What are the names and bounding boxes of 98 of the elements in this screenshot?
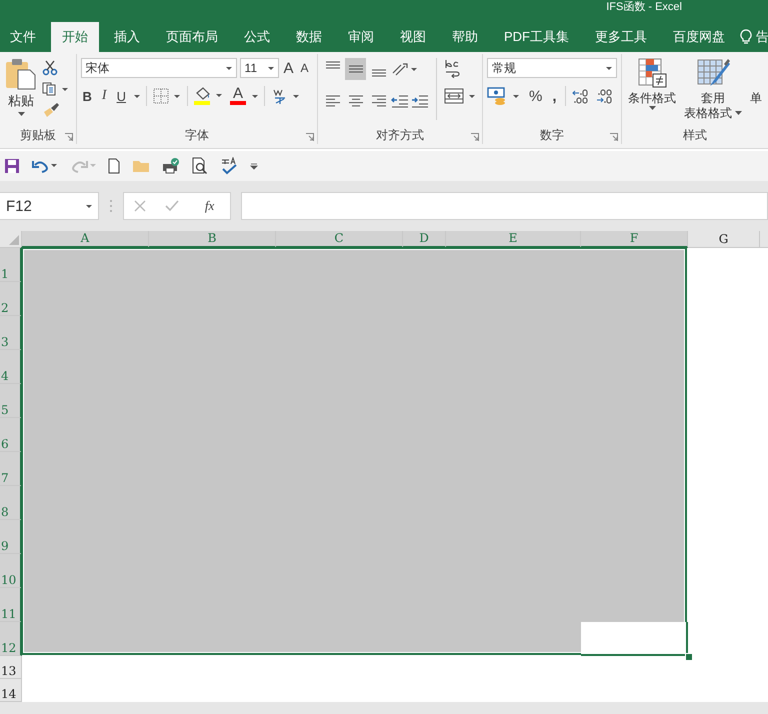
group-label: 剪贴板 [20,126,56,144]
number-format-dropdown[interactable]: 常规 [487,58,617,78]
conditional-formatting-icon [637,58,667,90]
ribbon-tab[interactable]: 数据 [285,22,333,52]
column-header[interactable]: G [688,231,760,248]
group-label: 字体 [184,126,209,144]
customize-toolbar-icon[interactable] [250,162,258,170]
column-header[interactable]: F [581,231,688,248]
group-label: 数字 [540,126,564,144]
cell-styles-button[interactable]: 单 [748,58,764,126]
font-color-button[interactable]: A [230,87,246,105]
ribbon-tab[interactable]: 视图 [389,22,437,52]
row-header[interactable]: 14 [0,679,22,702]
phonetic-icon[interactable] [271,87,301,105]
ribbon-tab[interactable]: 文件 [0,22,47,52]
row-header[interactable]: 7 [0,452,22,486]
row-header[interactable]: 11 [0,588,22,622]
clipboard-icon [4,58,38,90]
ribbon-tab[interactable]: 公式 [233,22,281,52]
row-header[interactable]: 4 [0,350,22,384]
shrink-font-button[interactable]: A [298,61,311,75]
dialog-launcher-icon[interactable] [471,133,479,141]
fill-handle[interactable] [685,653,693,661]
row-header[interactable]: 6 [0,418,22,452]
ribbon-tab[interactable]: PDF工具集 [493,22,580,52]
row-header[interactable]: 5 [0,384,22,418]
vertical-align-icon [324,60,340,70]
fill-color-icon[interactable] [194,86,224,106]
dialog-launcher-icon[interactable] [64,133,73,141]
printer-icon[interactable] [162,158,180,174]
ribbon-tab[interactable]: 插入 [103,22,151,52]
decrease-decimal-icon[interactable] [596,88,614,104]
undo-icon[interactable] [32,158,58,174]
caret-icon [735,111,742,115]
vertical-align-icon [348,64,364,74]
text-orientation-icon[interactable] [391,61,417,77]
group-label: 样式 [683,126,707,144]
insert-function-button[interactable]: fx [198,197,220,215]
column-header[interactable]: D [403,231,446,248]
horizontal-align-icon [324,94,340,108]
percent-button[interactable]: % [527,88,544,104]
window-title: IFS函数 - Excel [606,2,682,13]
grip-icon[interactable] [109,199,113,213]
italic-button[interactable]: I [100,88,109,104]
font-size-dropdown[interactable]: 11 [240,58,279,78]
ribbon-tab[interactable]: 帮助 [441,22,489,52]
row-header[interactable]: 8 [0,486,22,520]
group-label: 对齐方式 [376,126,424,144]
format-painter-icon[interactable] [42,102,60,118]
print-preview-icon[interactable] [192,157,208,175]
underline-button[interactable]: U [114,88,128,104]
increase-decimal-icon[interactable] [572,88,590,104]
horizontal-align-icon [370,94,386,108]
row-header[interactable]: 9 [0,520,22,554]
format-as-table-button[interactable]: 套用 表格格式 [682,58,744,126]
column-header[interactable]: B [149,231,276,248]
row-header[interactable]: 12 [0,622,22,656]
comma-button[interactable]: , [550,88,559,104]
ribbon-tab[interactable]: 开始 [51,22,99,52]
spelling-check-icon[interactable] [220,157,238,175]
row-header[interactable]: 10 [0,554,22,588]
merge-cells-icon[interactable] [444,88,478,104]
new-document-icon[interactable] [108,158,120,174]
row-header[interactable]: 1 [0,248,22,282]
save-icon[interactable] [4,158,20,174]
ribbon-tab[interactable]: 审阅 [337,22,385,52]
ribbon-tab[interactable]: 更多工具 [584,22,658,52]
row-header[interactable]: 2 [0,282,22,316]
ribbon-tab[interactable]: 百度网盘 [662,22,736,52]
paste-button[interactable]: 粘贴 [4,58,38,126]
decrease-indent-icon[interactable] [391,94,409,108]
dialog-launcher-icon[interactable] [610,133,618,141]
wrap-text-icon[interactable] [444,58,460,78]
ribbon-tab[interactable]: 页面布局 [155,22,229,52]
caret-icon [18,112,24,116]
increase-indent-icon[interactable] [411,94,429,108]
copy-icon[interactable] [42,82,68,96]
active-cell[interactable] [581,622,688,656]
row-header[interactable]: 13 [0,656,22,679]
column-header[interactable]: A [22,231,149,248]
borders-icon[interactable] [152,88,181,104]
currency-icon[interactable] [487,86,521,106]
name-box[interactable]: F12 [0,192,99,220]
vertical-align-icon [370,68,386,78]
caret-icon [648,106,656,110]
vertical-align-button[interactable] [345,58,366,80]
horizontal-align-icon [348,94,364,108]
column-header[interactable]: E [446,231,581,248]
scissors-icon[interactable] [42,60,58,76]
bold-button[interactable]: B [80,88,94,104]
row-header[interactable]: 3 [0,316,22,350]
formula-input[interactable] [241,192,768,220]
dialog-launcher-icon[interactable] [306,133,314,141]
lightbulb-icon[interactable] [740,29,752,45]
column-header[interactable]: C [276,231,403,248]
conditional-formatting-button[interactable]: 条件格式 [626,58,678,126]
grow-font-button[interactable]: A [282,60,296,76]
font-name-dropdown[interactable]: 宋体 [80,58,237,78]
